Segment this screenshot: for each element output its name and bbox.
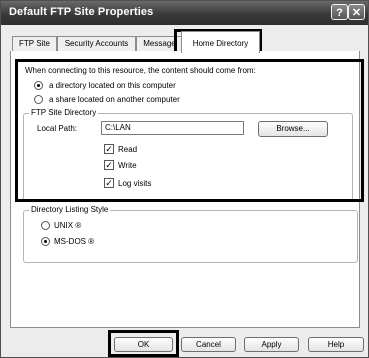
close-icon[interactable]: ✕ bbox=[348, 4, 365, 20]
properties-dialog: Default FTP Site Properties ? ✕ FTP Site… bbox=[0, 0, 369, 358]
help-icon[interactable]: ? bbox=[331, 4, 348, 20]
title-bar[interactable]: Default FTP Site Properties ? ✕ bbox=[1, 1, 368, 25]
tab-home-directory[interactable]: Home Directory bbox=[181, 31, 260, 53]
cancel-button[interactable]: Cancel bbox=[181, 337, 236, 352]
apply-button[interactable]: Apply bbox=[244, 337, 299, 352]
home-directory-highlight bbox=[15, 59, 364, 202]
window-title: Default FTP Site Properties bbox=[9, 6, 154, 18]
tab-ftp-site[interactable]: FTP Site bbox=[12, 36, 57, 52]
radio-ms-dos-label[interactable]: MS-DOS ® bbox=[54, 237, 94, 246]
help-button[interactable]: Help bbox=[308, 337, 364, 352]
directory-listing-style-legend: Directory Listing Style bbox=[29, 205, 111, 214]
radio-ms-dos[interactable] bbox=[41, 237, 50, 246]
tab-security-accounts[interactable]: Security Accounts bbox=[57, 36, 136, 52]
radio-unix[interactable] bbox=[41, 221, 50, 230]
radio-unix-label[interactable]: UNIX ® bbox=[54, 221, 81, 230]
ok-button-highlight bbox=[108, 330, 179, 357]
